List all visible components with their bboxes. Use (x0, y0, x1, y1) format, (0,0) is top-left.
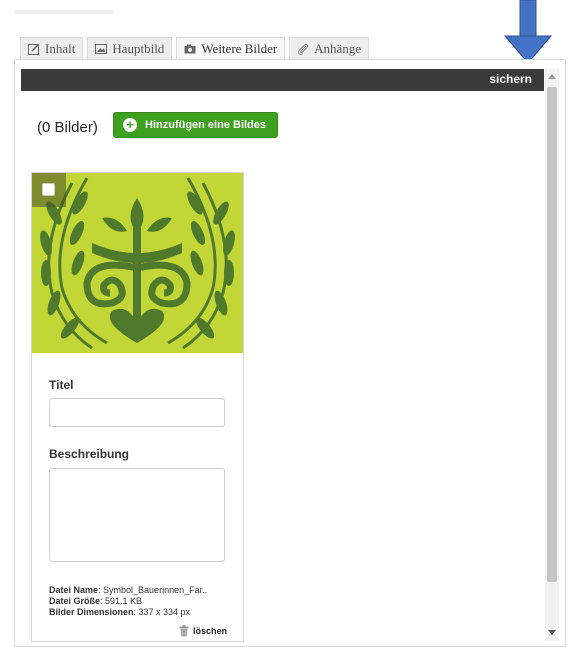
dimensions-value: : 337 x 334 px (133, 607, 191, 617)
image-count: (0 Bilder) (37, 119, 98, 136)
toolbar: sichern (21, 69, 544, 91)
file-size-label: Datei Größe (49, 596, 101, 606)
edit-icon (28, 43, 40, 55)
paperclip-icon (297, 43, 309, 55)
top-stub (14, 10, 114, 14)
file-name-label: Datei Name (49, 585, 99, 595)
tab-label: Weitere Bilder (201, 40, 278, 56)
scroll-up-icon[interactable] (548, 74, 556, 79)
select-overlay (32, 173, 66, 207)
delete-button[interactable]: löschen (179, 625, 227, 637)
delete-label: löschen (192, 626, 227, 636)
image-card: Titel Beschreibung Datei Name: Symbol_Ba… (31, 172, 244, 642)
image-icon (95, 43, 108, 55)
content-panel: sichern (0 Bilder) + Hinzufügen eine Bil… (14, 59, 566, 647)
add-image-label: Hinzufügen eine Bildes (145, 119, 267, 131)
add-image-button[interactable]: + Hinzufügen eine Bildes (113, 112, 278, 138)
plus-icon: + (123, 118, 137, 132)
description-textarea[interactable] (49, 468, 225, 562)
scrollbar[interactable] (545, 69, 559, 641)
save-button[interactable]: sichern (489, 72, 532, 86)
select-checkbox[interactable] (42, 183, 55, 196)
description-label: Beschreibung (49, 447, 130, 461)
tab-hauptbild[interactable]: Hauptbild (87, 37, 173, 59)
camera-icon (184, 43, 196, 55)
trash-icon (179, 625, 189, 637)
title-label: Titel (49, 378, 74, 392)
tab-bar: Inhalt Hauptbild Weitere Bilder Anhänge (20, 37, 370, 59)
annotation-arrow-icon (503, 0, 553, 64)
scroll-down-icon[interactable] (548, 630, 556, 635)
tab-label: Hauptbild (112, 40, 165, 56)
file-size-row: Datei Größe: 591.1 KB (49, 596, 142, 606)
image-thumbnail[interactable] (32, 173, 243, 353)
scroll-thumb[interactable] (547, 87, 557, 582)
tab-weitere-bilder[interactable]: Weitere Bilder (176, 37, 286, 59)
tab-label: Inhalt (45, 40, 76, 56)
dimensions-label: Bilder Dimensionen (49, 607, 134, 617)
file-size-value: : 591.1 KB (100, 596, 143, 606)
file-name-value: : Symbol_Bauerinnen_Far.. (98, 585, 208, 595)
file-name-row: Datei Name: Symbol_Bauerinnen_Far.. (49, 585, 207, 595)
tab-anhaenge[interactable]: Anhänge (289, 37, 370, 59)
tab-inhalt[interactable]: Inhalt (20, 37, 84, 59)
dimensions-row: Bilder Dimensionen: 337 x 334 px (49, 607, 190, 617)
tab-label: Anhänge (314, 40, 362, 56)
title-input[interactable] (49, 398, 225, 427)
